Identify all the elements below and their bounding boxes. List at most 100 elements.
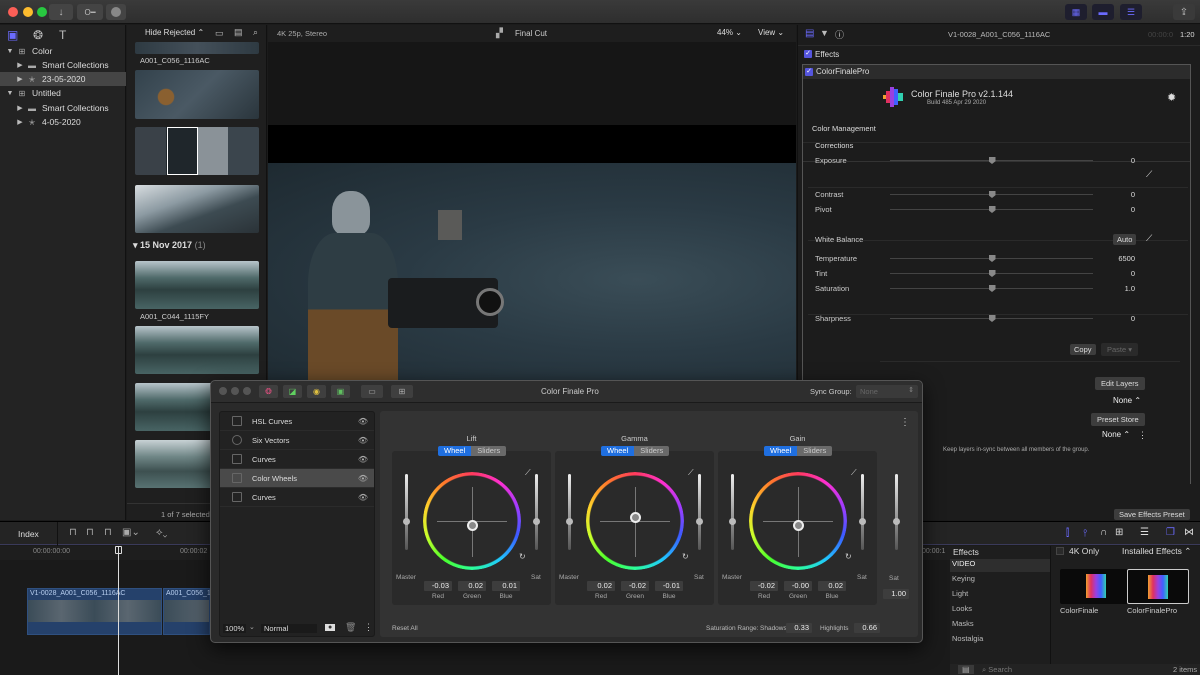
effect-thumbnail-colorfinale[interactable] <box>1060 569 1130 604</box>
layer-item[interactable]: Curves 👁 <box>220 450 374 469</box>
import-button[interactable]: ↓ <box>49 4 73 20</box>
sat-slider-knob[interactable] <box>859 518 866 525</box>
master-slider[interactable] <box>731 474 734 550</box>
libraries-icon[interactable]: ▣ <box>7 28 18 42</box>
skimming-icon[interactable]: ⫿ <box>1066 528 1069 539</box>
param-value[interactable]: 0 <box>1098 314 1135 323</box>
global-sat-knob[interactable] <box>893 518 900 525</box>
sliders-tab[interactable]: Sliders <box>471 446 507 456</box>
show-timeline-button[interactable]: ▬ <box>1092 4 1114 20</box>
video-frame[interactable] <box>268 163 796 396</box>
sat-slider-knob[interactable] <box>696 518 703 525</box>
sliders-tab[interactable]: Sliders <box>634 446 670 456</box>
color-management-label[interactable]: Color Management <box>812 124 876 133</box>
sat-slider[interactable] <box>861 474 864 550</box>
reset-wheel-icon[interactable]: ↻ <box>845 552 852 561</box>
white-balance-eyedropper-icon[interactable]: ⟋ <box>1146 233 1152 244</box>
solo-headphones-icon[interactable]: ∩ <box>1100 527 1107 538</box>
more-options-icon[interactable]: ⋮ <box>1138 430 1147 441</box>
edit-layers-button[interactable]: Edit Layers <box>1095 377 1145 390</box>
video-inspector-icon[interactable]: ▤ <box>805 28 814 39</box>
visibility-eye-icon[interactable]: 👁 <box>358 474 368 483</box>
green-value-field[interactable]: -0.00 <box>784 581 812 591</box>
blend-mode-dropdown[interactable]: Normal <box>261 624 317 633</box>
layer-item[interactable]: Six Vectors 👁 <box>220 431 374 450</box>
sat-slider-knob[interactable] <box>533 518 540 525</box>
reset-all-button[interactable]: Reset All <box>392 625 418 632</box>
auto-white-balance-button[interactable]: Auto <box>1113 234 1137 245</box>
disclosure-triangle-icon[interactable]: ▼ <box>5 90 15 97</box>
trash-icon[interactable]: 🗑 <box>345 622 356 633</box>
event-group-header[interactable]: ▾ 15 Nov 2017 (1) <box>133 240 206 251</box>
sidebar-item-folder[interactable]: ▶ ▬ Smart Collections <box>0 101 126 115</box>
none-dropdown-1[interactable]: None ⌃ <box>1113 396 1141 405</box>
4k-only-checkbox[interactable] <box>1056 547 1064 555</box>
titles-generators-icon[interactable]: T <box>59 28 66 42</box>
hsl-tool-button[interactable]: ❂ <box>259 385 278 398</box>
playhead[interactable] <box>118 546 119 675</box>
layer-item[interactable]: HSL Curves 👁 <box>220 412 374 431</box>
green-value-field[interactable]: 0.02 <box>458 581 486 591</box>
master-slider-knob[interactable] <box>566 518 573 525</box>
disclosure-triangle-icon[interactable]: ▶ <box>15 75 25 83</box>
master-slider-knob[interactable] <box>729 518 736 525</box>
global-sat-value[interactable]: 1.00 <box>883 589 909 599</box>
eyedropper-icon[interactable]: ⟋ <box>525 468 531 478</box>
sidebar-item-event[interactable]: ▶ ✭ 4-05-2020 <box>0 115 126 129</box>
paste-button[interactable]: Paste ▾ <box>1101 343 1139 356</box>
close-window-button[interactable] <box>219 387 227 395</box>
clip-thumbnail[interactable] <box>135 70 259 119</box>
sat-slider[interactable] <box>535 474 538 550</box>
clip-filmstrip[interactable] <box>135 127 259 175</box>
sidebar-item-event[interactable]: ▶ ✭ 23-05-2020 <box>0 72 126 86</box>
mask-icon[interactable]: ● <box>325 624 336 631</box>
sidebar-toggle-icon[interactable]: ▤ <box>958 665 974 674</box>
lut-tool-button[interactable]: ▣ <box>331 385 350 398</box>
effects-category[interactable]: Masks <box>950 619 1050 632</box>
filter-dropdown[interactable]: Hide Rejected ⌃ <box>145 28 204 37</box>
green-value-field[interactable]: -0.02 <box>621 581 649 591</box>
clip-thumbnail[interactable] <box>135 326 259 374</box>
append-clip-icon[interactable]: ⊓ <box>104 527 112 538</box>
param-value[interactable]: 0 <box>1098 269 1135 278</box>
effects-search-input[interactable]: ⌕ Search <box>982 665 1012 675</box>
param-value[interactable]: 0 <box>1098 190 1135 199</box>
effects-checkbox[interactable]: ✓ <box>804 50 812 58</box>
wheel-tab[interactable]: Wheel <box>764 446 798 456</box>
effects-category[interactable]: Nostalgia <box>950 634 1050 647</box>
wheel-puck[interactable] <box>630 512 641 523</box>
clip-thumbnail[interactable] <box>135 261 259 309</box>
master-slider-knob[interactable] <box>403 518 410 525</box>
show-effects-browser-icon[interactable]: ❐ <box>1166 527 1175 538</box>
disclosure-triangle-icon[interactable]: ▶ <box>15 104 25 112</box>
visibility-eye-icon[interactable]: 👁 <box>358 436 368 445</box>
sidebar-item-library[interactable]: ▼ ⊞ Untitled <box>0 86 126 100</box>
effects-category[interactable]: Keying <box>950 574 1050 587</box>
layer-item[interactable]: Color Wheels 👁 <box>220 469 374 488</box>
effect-thumbnail-colorfinalepro[interactable] <box>1127 569 1189 604</box>
sliders-tab[interactable]: Sliders <box>797 446 833 456</box>
color-wheels-tool-button[interactable]: ◉ <box>307 385 326 398</box>
visibility-eye-icon[interactable]: 👁 <box>358 493 368 502</box>
opacity-field[interactable]: 100% <box>223 624 247 633</box>
visibility-eye-icon[interactable]: 👁 <box>358 417 368 426</box>
color-inspector-icon[interactable]: ▼ <box>820 28 829 38</box>
snapping-icon[interactable]: ⊞ <box>1115 527 1123 538</box>
zoom-dropdown[interactable]: 44% ⌄ <box>717 28 742 37</box>
panel-more-icon[interactable]: ⋮ <box>900 417 910 428</box>
effects-category[interactable]: Light <box>950 589 1050 602</box>
zoom-window-button[interactable] <box>243 387 251 395</box>
exposure-eyedropper-icon[interactable]: ⟋ <box>1146 169 1152 180</box>
blue-value-field[interactable]: 0.01 <box>492 581 520 591</box>
effects-category[interactable]: VIDEO <box>950 559 1050 572</box>
installed-effects-dropdown[interactable]: Installed Effects ⌃ <box>1122 546 1191 557</box>
folder-button[interactable]: ▭ <box>361 385 383 398</box>
red-value-field[interactable]: -0.03 <box>424 581 452 591</box>
global-sat-slider[interactable] <box>895 474 898 550</box>
param-value[interactable]: 1.0 <box>1098 284 1135 293</box>
effects-category[interactable]: Looks <box>950 604 1050 617</box>
red-value-field[interactable]: -0.02 <box>750 581 778 591</box>
eyedropper-icon[interactable]: ⟋ <box>851 468 857 478</box>
visibility-eye-icon[interactable]: 👁 <box>358 455 368 464</box>
preset-store-button[interactable]: Preset Store <box>1091 413 1145 426</box>
